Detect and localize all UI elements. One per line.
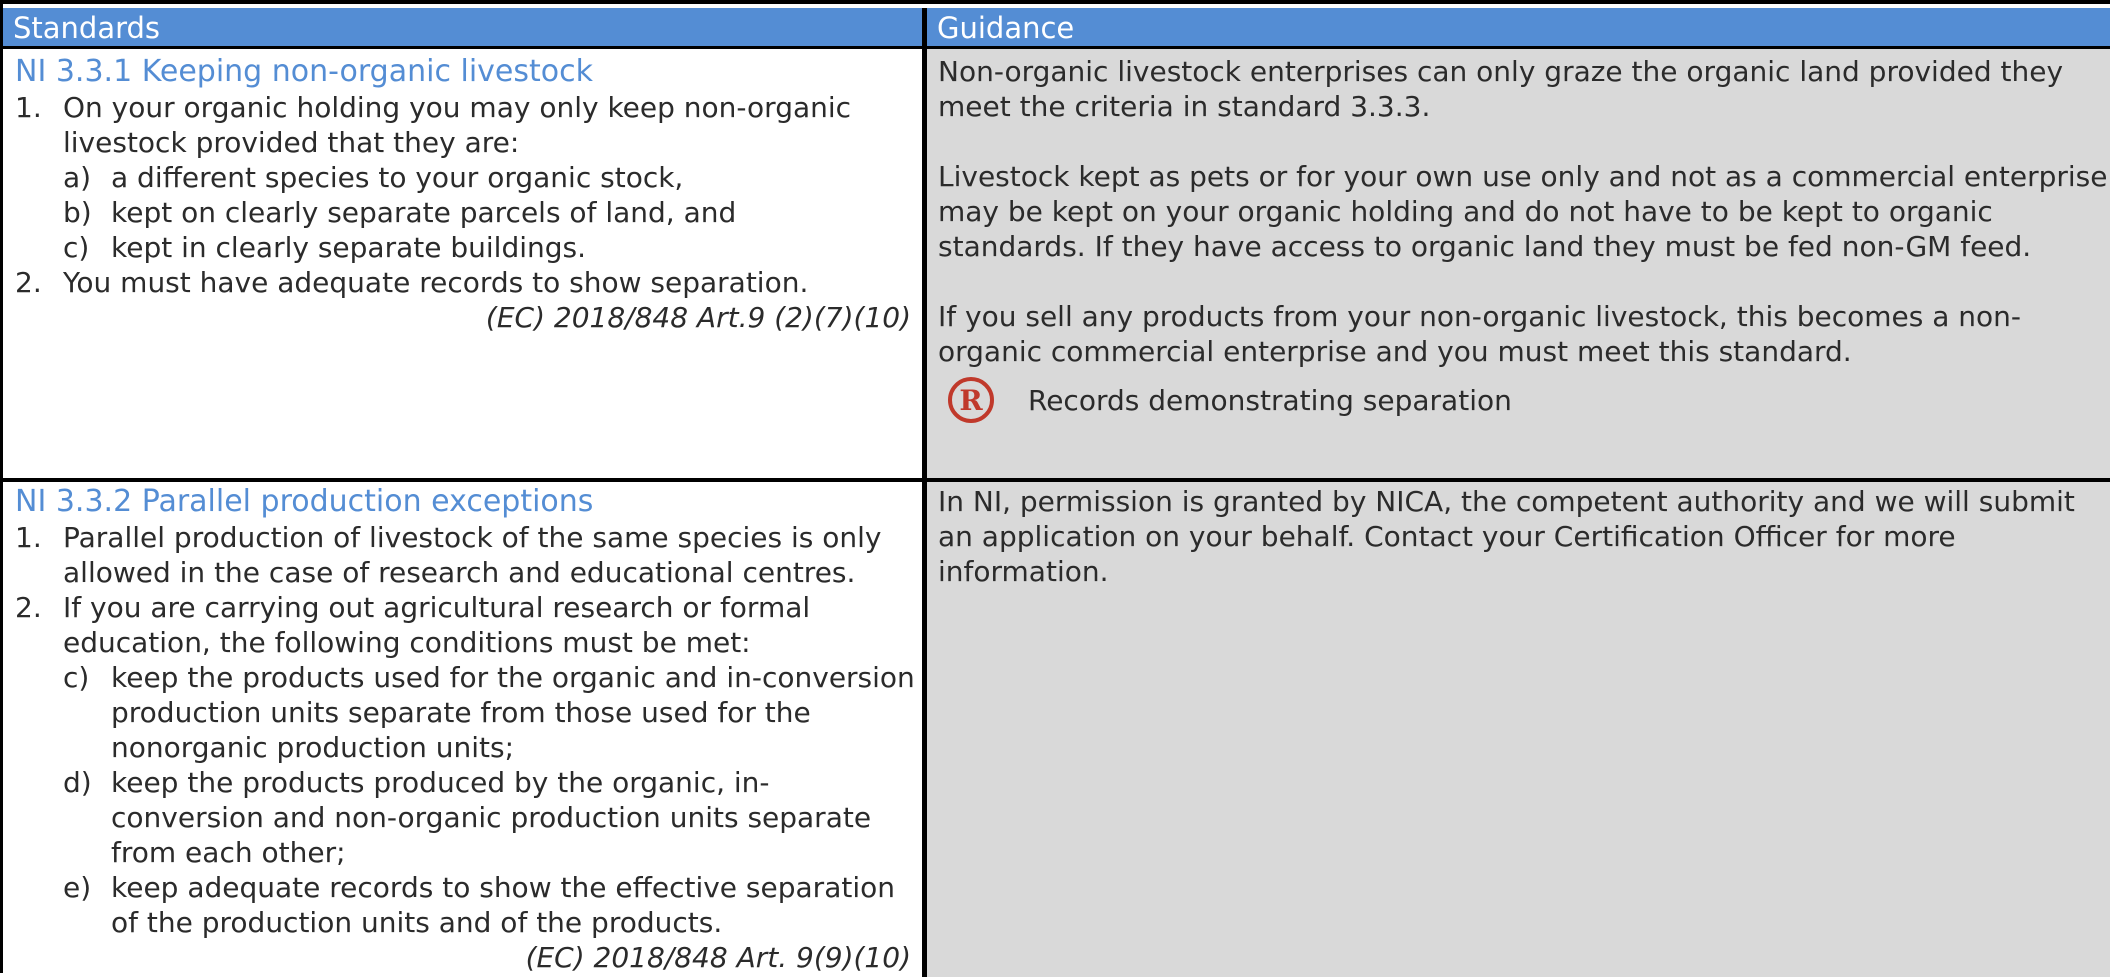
standard-cell-1: NI 3.3.1 Keeping non-organic livestock 1… [15,54,915,335]
list-item-text: On your organic holding you may only kee… [63,91,852,159]
section-title: NI 3.3.2 Parallel production exceptions [15,484,594,519]
column-divider [922,8,927,977]
guidance-paragraph: Livestock kept as pets or for your own u… [938,160,2108,263]
records-note: R Records demonstrating separation [938,377,2108,423]
header-standards: Standards [3,8,924,49]
guidance-text-2: In NI, permission is granted by NICA, th… [938,484,2108,589]
list-item: 2. You must have adequate records to sho… [15,266,809,299]
sub-list-item: b) kept on clearly separate parcels of l… [63,196,737,229]
standards-table: Standards Guidance NI 3.3.1 Keeping non-… [0,0,2110,977]
sub-list-item: c) keep the products used for the organi… [63,661,915,764]
guidance-paragraph: Non-organic livestock enterprises can on… [938,55,2064,123]
list-item-text: You must have adequate records to show s… [63,266,809,299]
legal-reference: (EC) 2018/848 Art. 9(9)(10) [525,941,911,974]
list-item-text: If you are carrying out agricultural res… [63,591,811,659]
guidance-paragraph: If you sell any products from your non-o… [938,300,2022,368]
list-item-text: Parallel production of livestock of the … [63,521,882,589]
records-label: Records demonstrating separation [1028,383,1512,417]
guidance-paragraph: In NI, permission is granted by NICA, th… [938,485,2075,588]
list-item: 1. On your organic holding you may only … [15,91,852,159]
list-item: 1. Parallel production of livestock of t… [15,521,882,589]
sub-list-item: d) keep the products produced by the org… [63,766,872,869]
legal-reference: (EC) 2018/848 Art.9 (2)(7)(10) [485,301,911,334]
standard-cell-2: NI 3.3.2 Parallel production exceptions … [15,484,915,975]
list-item: 2. If you are carrying out agricultural … [15,591,811,659]
header-guidance: Guidance [927,8,2110,49]
records-icon: R [948,377,994,423]
sub-list-item: a) a different species to your organic s… [63,161,684,194]
row-divider [3,478,2110,482]
guidance-text-1: Non-organic livestock enterprises can on… [938,54,2108,423]
sub-list-item: c) kept in clearly separate buildings. [63,231,587,264]
section-title: NI 3.3.1 Keeping non-organic livestock [15,54,593,89]
sub-list-item: e) keep adequate records to show the eff… [63,871,895,939]
